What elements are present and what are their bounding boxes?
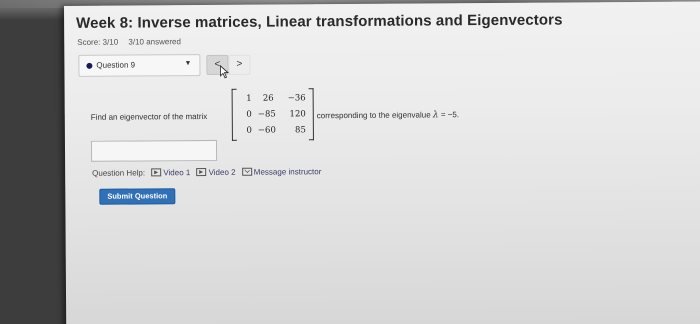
eigenvalue-text: corresponding to the eigenvalue bbox=[316, 110, 431, 121]
answer-input[interactable] bbox=[90, 139, 218, 162]
matrix-cell: 85 bbox=[295, 125, 306, 136]
matrix-cell: 1 bbox=[246, 93, 252, 104]
score-line: Score: 3/10 3/10 answered bbox=[77, 37, 189, 47]
video-1-link[interactable]: Video 1 bbox=[151, 168, 190, 177]
message-instructor-link[interactable]: Message instructor bbox=[241, 167, 322, 177]
question-select-label: Question 9 bbox=[96, 60, 136, 70]
video-1-label: Video 1 bbox=[163, 168, 191, 178]
video-icon bbox=[151, 168, 162, 177]
matrix-cell: 120 bbox=[289, 109, 306, 120]
assignment-page: Week 8: Inverse matrices, Linear transfo… bbox=[64, 1, 700, 324]
message-instructor-label: Message instructor bbox=[253, 167, 322, 177]
mouse-cursor-icon bbox=[220, 65, 230, 79]
matrix-cell: −60 bbox=[257, 125, 276, 136]
matrix-cell: 0 bbox=[246, 109, 252, 120]
question-help-label: Question Help: bbox=[92, 168, 146, 178]
page-title: Week 8: Inverse matrices, Linear transfo… bbox=[76, 11, 563, 32]
question-select[interactable]: Question 9 ▼ bbox=[78, 54, 201, 77]
matrix-cell: 26 bbox=[262, 93, 274, 104]
matrix-right-bracket bbox=[308, 88, 314, 141]
video-2-link[interactable]: Video 2 bbox=[196, 167, 236, 177]
submit-question-button[interactable]: Submit Question bbox=[99, 188, 176, 205]
eigenvalue-statement: corresponding to the eigenvalue λ = −5. bbox=[317, 110, 459, 121]
question-help: Question Help: Video 1 Video 2 Message i… bbox=[92, 167, 321, 178]
envelope-icon bbox=[241, 167, 252, 176]
next-question-button[interactable]: > bbox=[228, 54, 251, 75]
answered-count: 3/10 answered bbox=[128, 37, 181, 47]
matrix-cell: −36 bbox=[287, 93, 306, 104]
problem-statement: Find an eigenvector of the matrix 1 26 −… bbox=[83, 82, 683, 146]
chevron-down-icon: ▼ bbox=[184, 60, 192, 68]
video-icon bbox=[196, 168, 207, 177]
matrix-cell: −85 bbox=[257, 109, 276, 120]
problem-prompt: Find an eigenvector of the matrix bbox=[90, 112, 208, 122]
score-value: Score: 3/10 bbox=[77, 37, 119, 47]
equals-sign: = bbox=[440, 110, 446, 120]
photo-frame: Week 8: Inverse matrices, Linear transfo… bbox=[0, 0, 700, 324]
lambda-symbol: λ bbox=[432, 110, 439, 121]
matrix: 1 26 −36 0 −85 120 0 −60 85 bbox=[231, 88, 314, 141]
question-status-dot bbox=[86, 62, 93, 69]
video-2-label: Video 2 bbox=[208, 167, 236, 177]
eigenvalue-value: −5. bbox=[447, 110, 460, 120]
matrix-cell: 0 bbox=[246, 125, 252, 136]
